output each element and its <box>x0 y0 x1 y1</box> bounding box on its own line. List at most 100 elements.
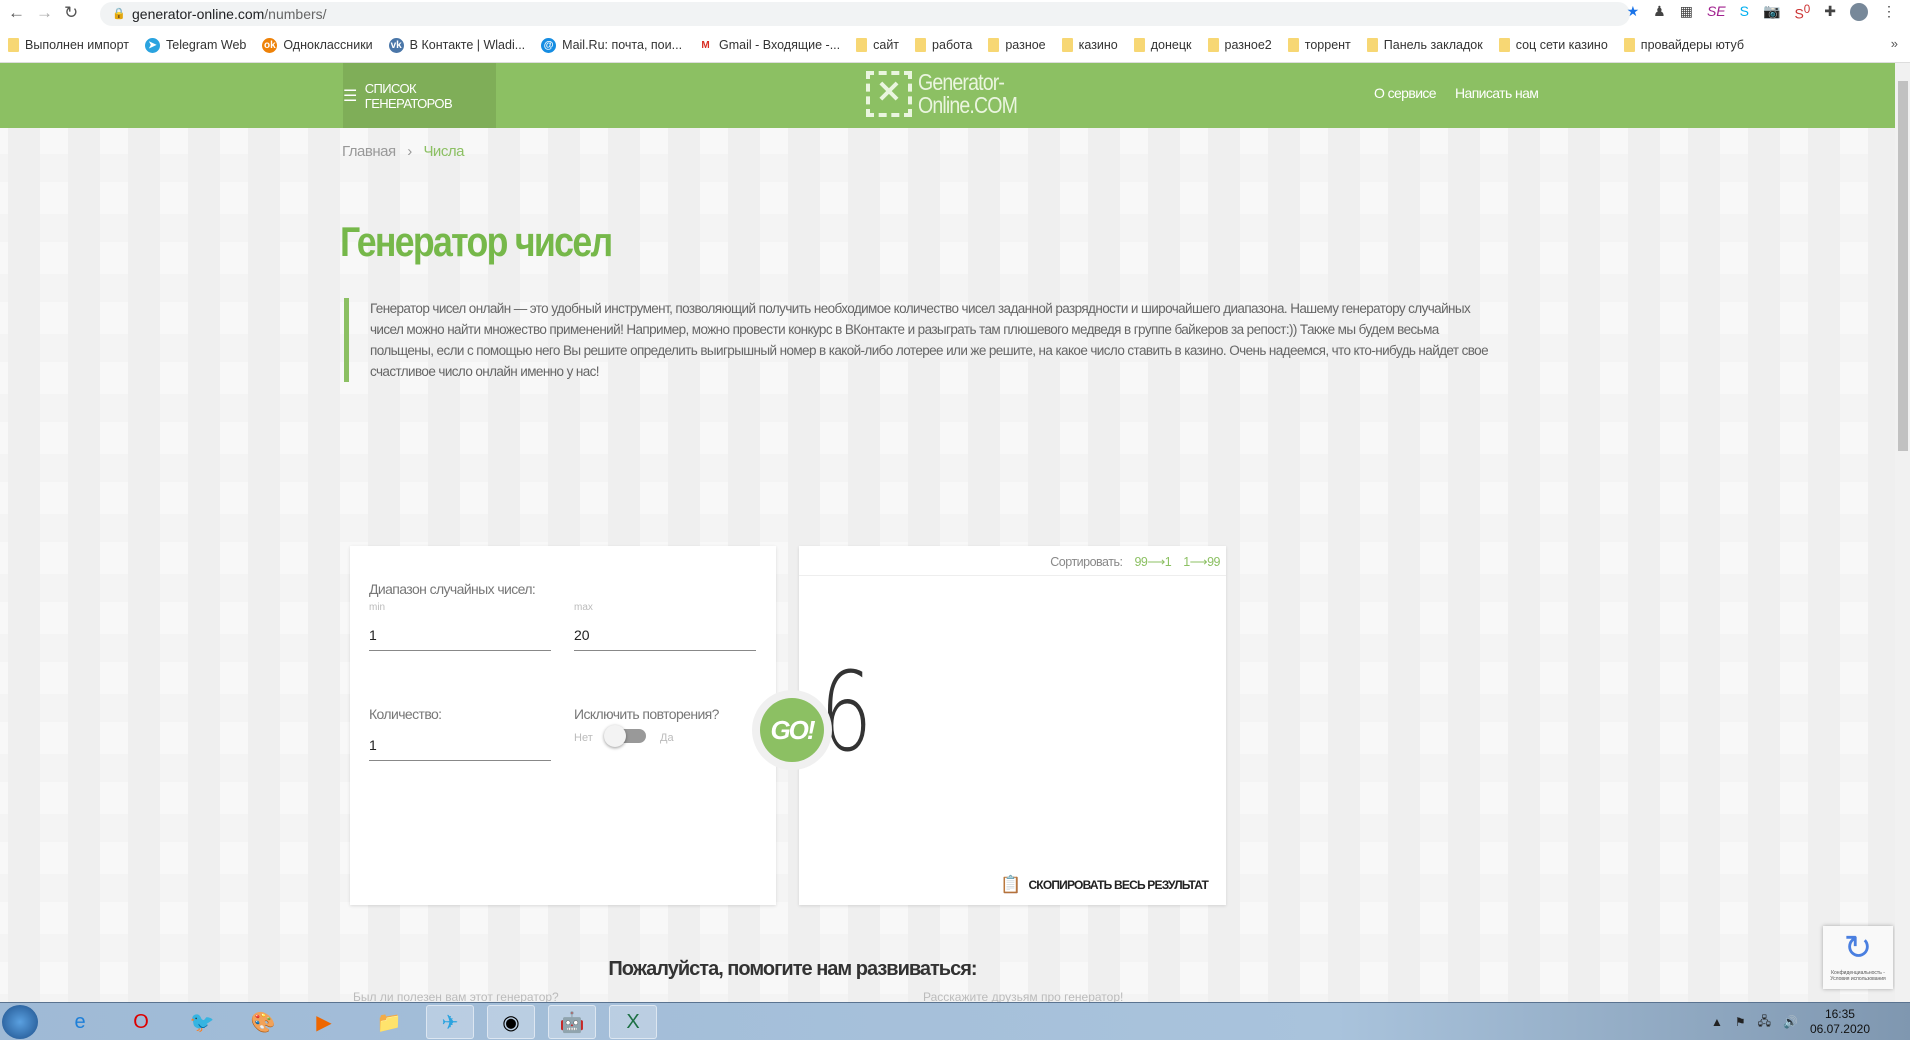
clipboard-icon: 📋 <box>1000 875 1021 894</box>
action-center-flag-icon[interactable]: ⚑ <box>1735 1015 1746 1029</box>
max-label: max <box>574 602 593 613</box>
tray-expand-icon[interactable]: ▲ <box>1711 1015 1723 1029</box>
folder-icon <box>8 38 19 52</box>
forward-icon[interactable]: → <box>36 3 53 23</box>
extensions: ★ ♟ ▦ SE S 📷 S0 ✚ ⋮ <box>1627 3 1896 22</box>
site-logo[interactable]: ✕ Generator- Online.COM <box>866 71 1035 117</box>
help-heading: Пожалуйста, помогите нам развиваться: <box>608 958 977 980</box>
bookmark-item[interactable]: сайт <box>856 38 899 52</box>
paint-icon[interactable]: 🎨 <box>239 1005 287 1039</box>
browser-chrome: ← → ↻ 🔒 generator-online.com/numbers/ ★ ♟… <box>0 0 1910 63</box>
bookmark-item[interactable]: торрент <box>1287 38 1351 52</box>
settings-card: Диапазон случайных чисел: min max 1 20 К… <box>350 546 776 905</box>
sp-extension-icon[interactable]: S0 <box>1794 3 1810 22</box>
copy-label: СКОПИРОВАТЬ ВЕСЬ РЕЗУЛЬТАТ <box>1028 878 1208 892</box>
bookmark-item[interactable]: провайдеры ютуб <box>1623 38 1745 52</box>
nav-contact[interactable]: Написать нам <box>1455 85 1539 101</box>
folder-icon <box>1498 38 1510 52</box>
bookmark-item[interactable]: Панель закладок <box>1366 38 1483 52</box>
camera-icon[interactable]: 📷 <box>1763 3 1780 22</box>
page-title: Генератор чисел <box>340 218 613 265</box>
copy-result-button[interactable]: 📋 СКОПИРОВАТЬ ВЕСЬ РЕЗУЛЬТАТ <box>1000 875 1209 895</box>
bookmark-item[interactable]: соц сети казино <box>1498 38 1608 52</box>
skype-icon[interactable]: S <box>1740 3 1749 22</box>
opera-icon[interactable]: O <box>117 1005 165 1039</box>
bookmark-item[interactable]: @ Mail.Ru: почта, пои... <box>541 37 682 53</box>
sort-label: Сортировать: <box>1050 555 1123 569</box>
exclude-repeats-toggle[interactable] <box>604 725 646 747</box>
nav-about[interactable]: О сервисе <box>1374 85 1437 101</box>
volume-icon[interactable]: 🔊 <box>1783 1015 1798 1029</box>
count-label: Количество: <box>369 706 442 722</box>
vk-icon: vk <box>388 37 404 53</box>
bookmarks-more[interactable]: » <box>1891 36 1898 51</box>
recaptcha-badge[interactable]: ↻ Конфиденциальность - Условия использова… <box>1823 926 1893 989</box>
bookmark-item[interactable]: M Gmail - Входящие -... <box>698 37 841 53</box>
bookmark-label: торрент <box>1304 38 1351 52</box>
max-input[interactable]: 20 <box>574 619 756 651</box>
breadcrumb-home[interactable]: Главная <box>342 143 396 160</box>
start-button[interactable] <box>2 1005 38 1039</box>
sort-desc-button[interactable]: 99⟶1 <box>1134 555 1171 569</box>
gmail-icon: M <box>698 37 714 53</box>
taskbar: e O 🐦 🎨 ▶ 📁 ✈ ◉ 🤖 X ▲ ⚑ 🖧 🔊 16:35 06.07.2… <box>0 1002 1910 1040</box>
telegram-taskbar-icon[interactable]: ✈ <box>426 1005 474 1039</box>
bookmark-label: донецк <box>1150 38 1192 52</box>
puzzle-icon[interactable]: ✚ <box>1824 3 1836 22</box>
bookmark-item[interactable]: донецк <box>1133 38 1192 52</box>
go-button[interactable]: GO! <box>752 690 832 770</box>
breadcrumb: Главная › Числа <box>342 143 464 160</box>
odnoklassniki-icon: ok <box>262 37 278 53</box>
page-scrollbar[interactable] <box>1895 63 1910 1002</box>
url-input[interactable]: 🔒 generator-online.com/numbers/ <box>100 2 1630 26</box>
folder-icon <box>1623 38 1635 52</box>
excel-icon[interactable]: X <box>609 1005 657 1039</box>
site-header: ☰ СПИСОК ГЕНЕРАТОРОВ ✕ Generator- Online.CO… <box>0 63 1895 128</box>
bookmark-item[interactable]: разное2 <box>1207 38 1272 52</box>
clock[interactable]: 16:35 06.07.2020 <box>1810 1007 1870 1037</box>
extension-badge: 0 <box>1803 3 1811 16</box>
recaptcha-text: Конфиденциальность - Условия использован… <box>1830 970 1886 982</box>
generators-menu-button[interactable]: ☰ СПИСОК ГЕНЕРАТОРОВ <box>343 63 496 128</box>
media-player-icon[interactable]: ▶ <box>300 1005 348 1039</box>
mailru-icon: @ <box>541 37 557 53</box>
ie-icon[interactable]: e <box>56 1005 104 1039</box>
toggle-no-label: Нет <box>574 732 593 744</box>
bookmark-item[interactable]: ok Одноклассники <box>262 37 373 53</box>
bookmark-star-icon[interactable]: ★ <box>1627 3 1640 22</box>
bookmark-label: провайдеры ютуб <box>1640 38 1745 52</box>
bookmark-item[interactable]: разное <box>988 38 1046 52</box>
back-icon[interactable]: ← <box>8 3 25 23</box>
count-input[interactable]: 1 <box>369 729 551 761</box>
menu-dots-icon[interactable]: ⋮ <box>1882 3 1896 22</box>
telegram-icon: ➤ <box>145 37 160 53</box>
bot-app-icon[interactable]: 🤖 <box>548 1005 596 1039</box>
bookmark-label: Панель закладок <box>1383 38 1483 52</box>
se-extension-icon[interactable]: SE <box>1707 3 1726 22</box>
network-icon[interactable]: 🖧 <box>1758 1012 1771 1033</box>
bookmark-item[interactable]: ➤ Telegram Web <box>145 37 246 53</box>
bookmark-label: сайт <box>873 38 900 52</box>
breadcrumb-current: Числа <box>423 143 464 160</box>
sort-asc-button[interactable]: 1⟶99 <box>1183 555 1220 569</box>
explorer-icon[interactable]: 📁 <box>365 1005 413 1039</box>
app-icon[interactable]: 🐦 <box>178 1005 226 1039</box>
chrome-taskbar-icon[interactable]: ◉ <box>487 1005 535 1039</box>
bookmarks-bar: Выполнен импорт ➤ Telegram Web ok Одноклассн… <box>0 30 1744 60</box>
bookmark-label: Gmail - Входящие -... <box>719 38 841 52</box>
extension-icon[interactable]: ♟ <box>1653 3 1666 22</box>
range-label: Диапазон случайных чисел: <box>369 581 536 597</box>
reload-icon[interactable]: ↻ <box>64 3 78 23</box>
min-input[interactable]: 1 <box>369 619 551 651</box>
bookmark-item[interactable]: работа <box>915 38 972 52</box>
hamburger-icon: ☰ <box>343 87 357 105</box>
qr-icon[interactable]: ▦ <box>1680 3 1693 22</box>
bookmark-item[interactable]: vk В Контакте | Wladi... <box>388 37 526 53</box>
bookmark-item[interactable]: Выполнен импорт <box>8 38 129 52</box>
scrollbar-thumb[interactable] <box>1898 81 1908 451</box>
bookmark-label: В Контакте | Wladi... <box>409 38 526 52</box>
avatar[interactable] <box>1850 3 1868 21</box>
bookmark-item[interactable]: казино <box>1061 38 1118 52</box>
breadcrumb-separator: › <box>407 143 412 160</box>
bookmark-label: Выполнен импорт <box>25 38 129 52</box>
